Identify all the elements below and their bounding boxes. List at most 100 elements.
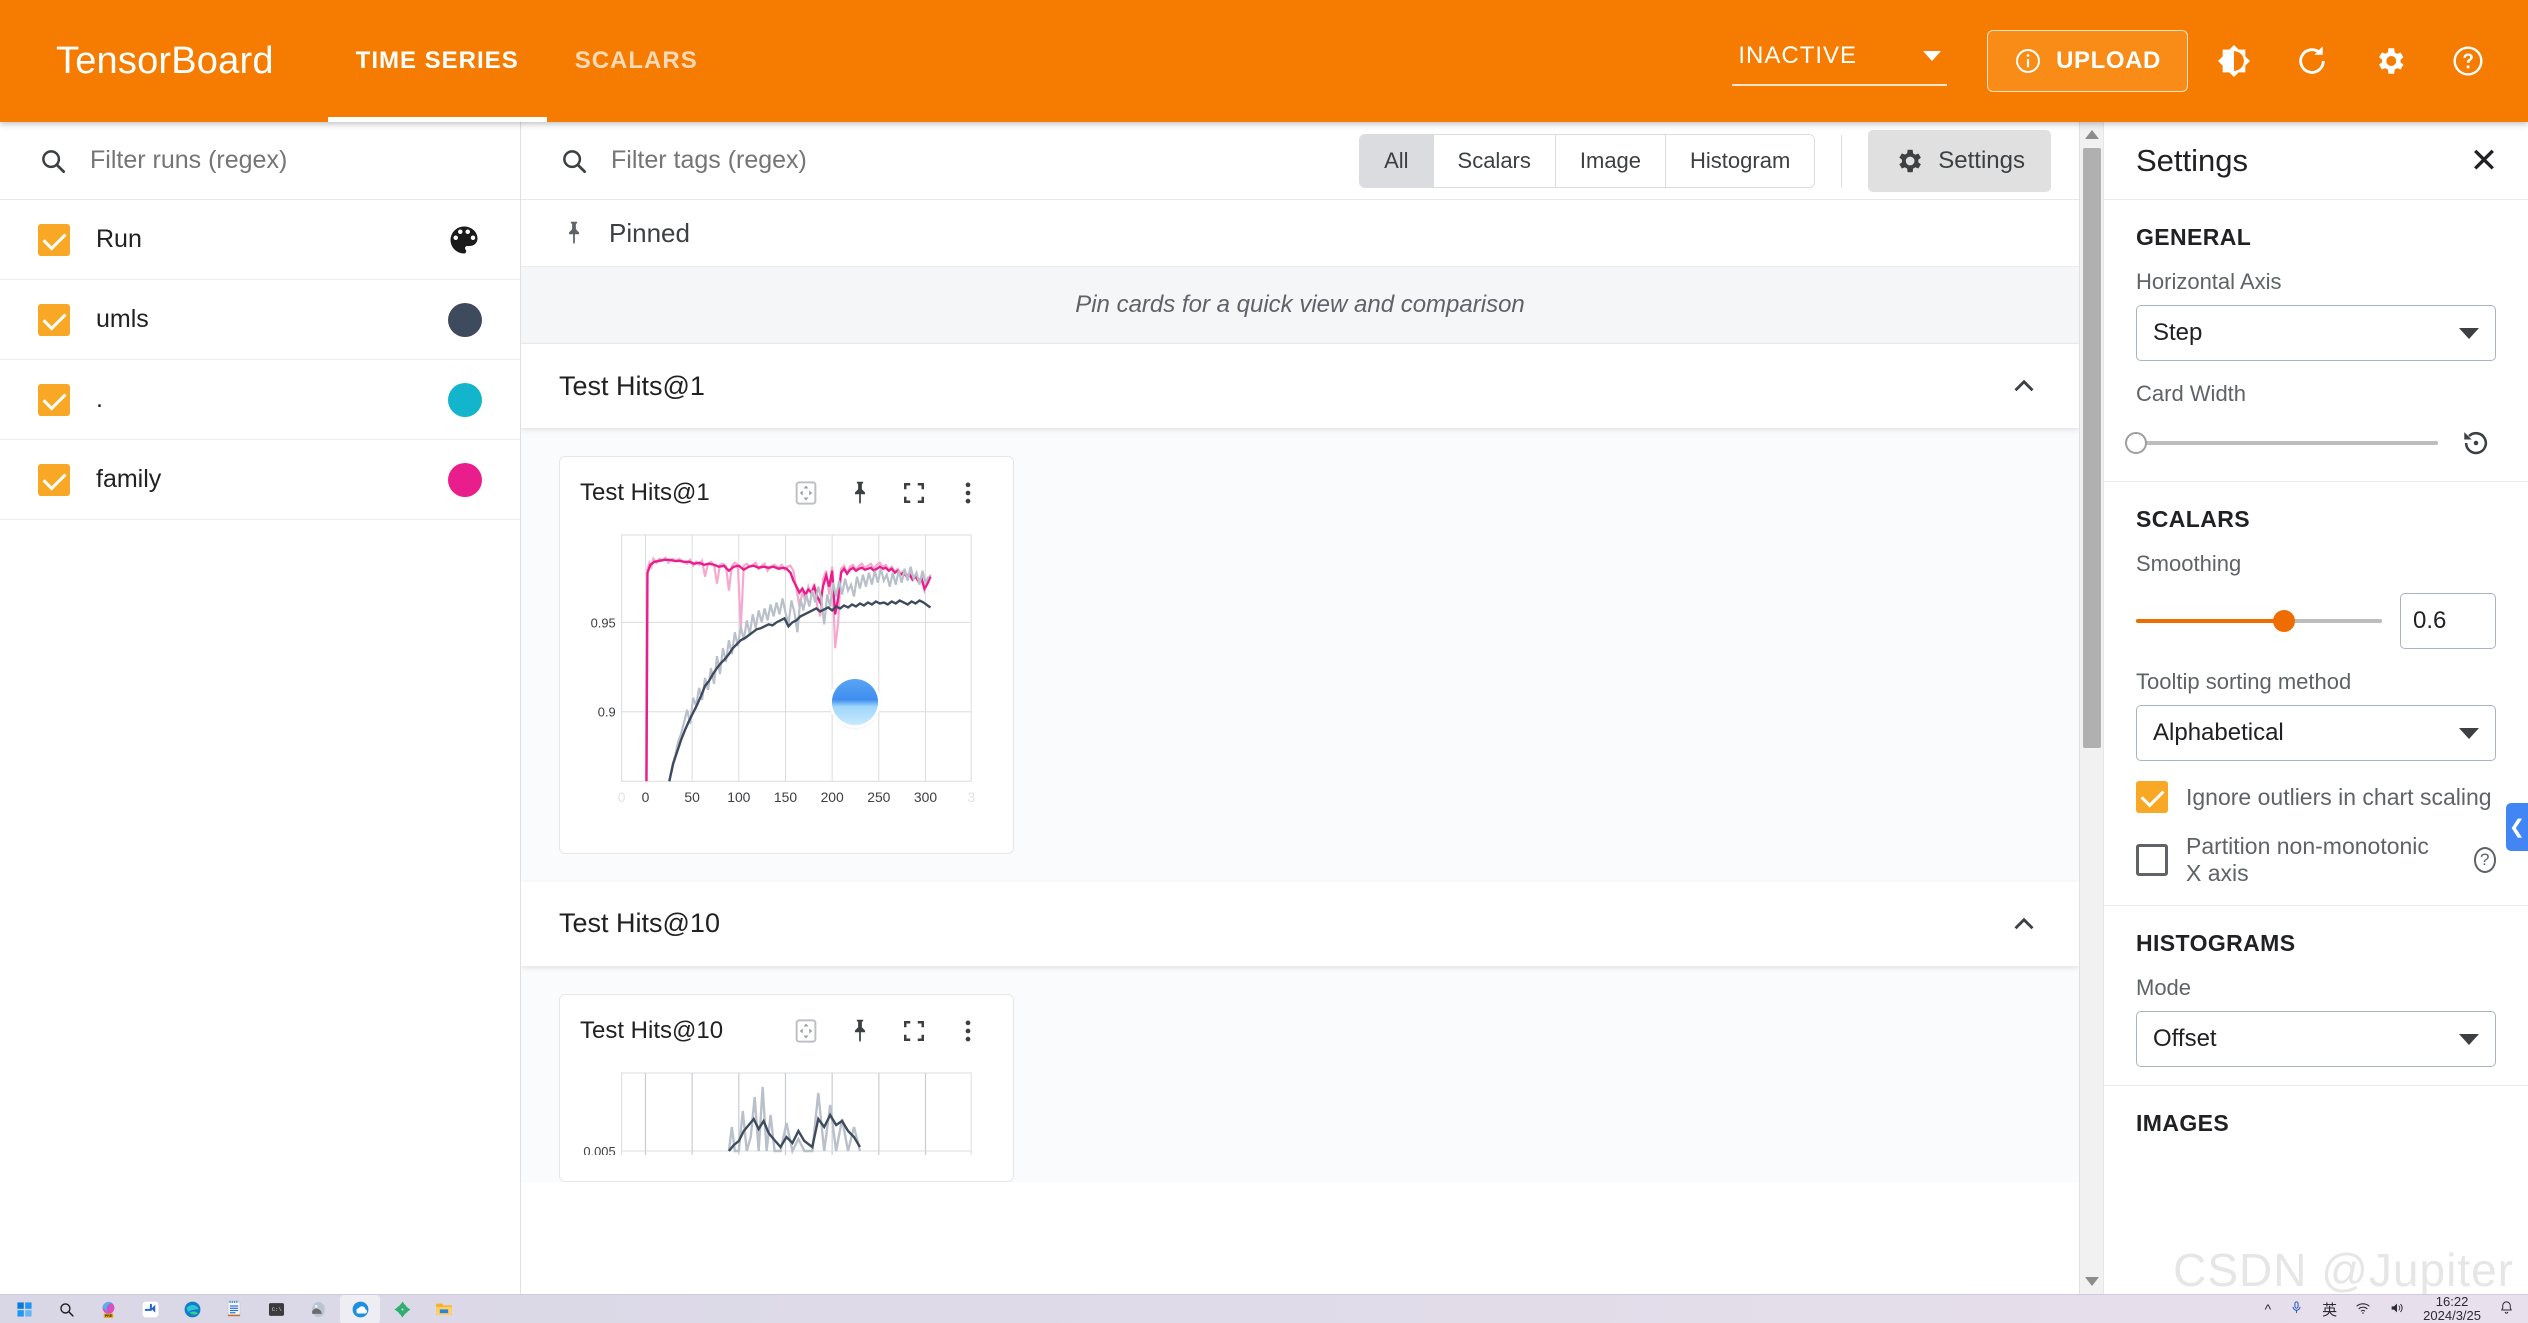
palette-icon[interactable] (446, 222, 482, 258)
card-width-slider-knob[interactable] (2125, 432, 2147, 454)
fullscreen-icon[interactable] (893, 1010, 935, 1052)
brightness-icon (2217, 44, 2251, 78)
run-color-swatch-dot[interactable] (448, 383, 482, 417)
microphone-icon[interactable] (2289, 1300, 2304, 1318)
scrollbar-thumb[interactable] (2083, 148, 2101, 748)
close-icon[interactable]: ✕ (2462, 139, 2506, 183)
copilot-icon[interactable]: PRE (88, 1295, 128, 1323)
runs-filter-input[interactable]: Filter runs (regex) (90, 146, 287, 175)
partition-x-axis-row[interactable]: Partition non-monotonic X axis ? (2136, 833, 2496, 887)
seg-scalars[interactable]: Scalars (1434, 135, 1556, 187)
seg-all[interactable]: All (1360, 135, 1433, 187)
tab-time-series[interactable]: TIME SERIES (328, 0, 547, 122)
start-icon[interactable] (4, 1295, 44, 1323)
run-row-umls[interactable]: umls (0, 280, 520, 360)
run-checkbox-family[interactable] (38, 464, 70, 496)
main-row: Filter runs (regex) Run umls . (0, 122, 2528, 1294)
run-row-header[interactable]: Run (0, 200, 520, 280)
help-button[interactable] (2436, 29, 2500, 93)
chart-area-test-hits-10[interactable]: 0.005 (560, 1067, 1013, 1155)
chevron-up-icon[interactable]: ^ (2265, 1301, 2272, 1317)
ime-indicator[interactable]: 英 (2322, 1299, 2337, 1320)
tooltip-sort-select[interactable]: Alphabetical (2136, 705, 2496, 761)
scalar-card-test-hits-1: Test Hits@1 (559, 456, 1014, 854)
brightness-toggle-button[interactable] (2202, 29, 2266, 93)
gear-icon (1894, 146, 1924, 176)
histogram-mode-select[interactable]: Offset (2136, 1011, 2496, 1067)
run-row-family[interactable]: family (0, 440, 520, 520)
content-scrollbar[interactable] (2079, 122, 2103, 1294)
run-checkbox-umls[interactable] (38, 304, 70, 336)
fit-domain-icon[interactable] (785, 472, 827, 514)
run-color-swatch-umls[interactable] (448, 303, 482, 337)
edge-icon[interactable] (172, 1295, 212, 1323)
pin-icon[interactable] (839, 472, 881, 514)
scroll-up-arrow-icon[interactable] (2085, 130, 2099, 139)
volume-icon[interactable] (2389, 1300, 2405, 1319)
run-row-dot[interactable]: . (0, 360, 520, 440)
card-width-slider[interactable] (2136, 441, 2438, 445)
notepad-icon[interactable] (214, 1295, 254, 1323)
partition-x-axis-checkbox[interactable] (2136, 844, 2168, 876)
settings-toggle-button[interactable]: Settings (1868, 130, 2051, 192)
fit-domain-icon[interactable] (785, 1010, 827, 1052)
chevron-left-icon[interactable]: ❮ (2506, 803, 2528, 851)
seg-histogram[interactable]: Histogram (1666, 135, 1814, 187)
upload-button[interactable]: UPLOAD (1987, 30, 2188, 92)
settings-gear-button[interactable] (2358, 29, 2422, 93)
chart-area-test-hits-1[interactable]: 0.95 0.9 0 0 50 100 150 200 250 300 (560, 529, 1013, 827)
pinned-title: Pinned (609, 218, 690, 249)
chevron-down-icon (1923, 51, 1941, 61)
pin-icon[interactable] (839, 1010, 881, 1052)
more-vert-icon[interactable] (947, 1010, 989, 1052)
group-title-test-hits-10: Test Hits@10 (559, 908, 2007, 939)
line-chart-test-hits-10[interactable]: 0.005 (570, 1067, 997, 1155)
group-body-test-hits-1: Test Hits@1 (521, 428, 2079, 882)
fullscreen-icon[interactable] (893, 472, 935, 514)
runs-filter-row[interactable]: Filter runs (regex) (0, 122, 520, 200)
reset-icon[interactable] (2456, 423, 2496, 463)
group-header-test-hits-10[interactable]: Test Hits@10 (521, 882, 2079, 966)
run-checkbox-all[interactable] (38, 224, 70, 256)
smoothing-value-input[interactable]: 0.6 (2400, 593, 2496, 649)
photos-icon[interactable] (298, 1295, 338, 1323)
more-vert-icon[interactable] (947, 472, 989, 514)
search-icon[interactable] (46, 1295, 86, 1323)
settings-section-histograms: HISTOGRAMS Mode Offset (2104, 906, 2528, 1086)
run-label-umls: umls (96, 305, 448, 334)
run-checkbox-dot[interactable] (38, 384, 70, 416)
smoothing-slider[interactable] (2136, 619, 2382, 623)
taskbar-clock[interactable]: 16:22 2024/3/25 (2423, 1295, 2481, 1322)
todo-icon[interactable] (130, 1295, 170, 1323)
run-color-swatch-family[interactable] (448, 463, 482, 497)
bell-icon[interactable] (2499, 1300, 2514, 1318)
terminal-icon[interactable]: C:\ (256, 1295, 296, 1323)
tags-filter-input[interactable]: Filter tags (regex) (611, 146, 807, 175)
group-header-test-hits-1[interactable]: Test Hits@1 (521, 344, 2079, 428)
smoothing-label: Smoothing (2136, 551, 2496, 577)
pinned-header: Pinned (521, 200, 2079, 266)
partition-x-axis-label: Partition non-monotonic X axis (2186, 833, 2448, 887)
line-chart-test-hits-1[interactable]: 0.95 0.9 0 0 50 100 150 200 250 300 (570, 529, 997, 827)
smoothing-slider-knob[interactable] (2273, 610, 2295, 632)
chevron-up-icon[interactable] (2007, 369, 2041, 403)
wps-icon[interactable] (382, 1295, 422, 1323)
tags-toolbar: Filter tags (regex) All Scalars Image Hi… (521, 122, 2079, 200)
chevron-up-icon[interactable] (2007, 907, 2041, 941)
xtick-250: 250 (867, 789, 890, 805)
seg-image[interactable]: Image (1556, 135, 1666, 187)
reload-button[interactable] (2280, 29, 2344, 93)
scroll-down-arrow-icon[interactable] (2085, 1277, 2099, 1286)
smoothing-slider-row: 0.6 (2136, 593, 2496, 649)
tab-scalars[interactable]: SCALARS (547, 0, 726, 122)
help-icon[interactable]: ? (2474, 847, 2496, 873)
ignore-outliers-checkbox[interactable] (2136, 781, 2168, 813)
onedrive-icon[interactable] (340, 1295, 380, 1323)
plugin-filter-segmented: All Scalars Image Histogram (1359, 134, 1815, 188)
explorer-icon[interactable] (424, 1295, 464, 1323)
run-status-dropdown[interactable]: INACTIVE (1732, 36, 1947, 86)
horizontal-axis-select[interactable]: Step (2136, 305, 2496, 361)
group-title-test-hits-1: Test Hits@1 (559, 371, 2007, 402)
ignore-outliers-row[interactable]: Ignore outliers in chart scaling (2136, 781, 2496, 813)
wifi-icon[interactable] (2355, 1300, 2371, 1319)
